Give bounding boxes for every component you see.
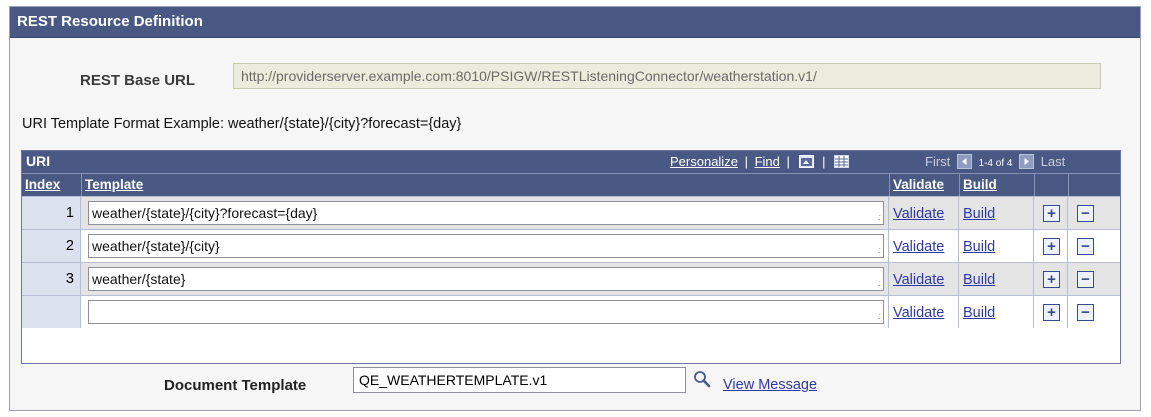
validate-link[interactable]: Validate — [893, 206, 944, 222]
validate-link[interactable]: Validate — [893, 305, 944, 321]
grid-toolbar: Personalize | Find | | — [670, 154, 851, 169]
lookup-magnifier-icon[interactable] — [693, 370, 711, 388]
row-index: 3 — [22, 263, 81, 295]
col-header-add — [1035, 174, 1069, 197]
row-index: 2 — [22, 230, 81, 262]
pager-first[interactable]: First — [925, 154, 950, 169]
validate-link[interactable]: Validate — [893, 272, 944, 288]
delete-row-icon[interactable]: − — [1077, 238, 1094, 255]
resize-grip-icon[interactable]: .: — [877, 311, 881, 321]
row-index — [22, 296, 81, 328]
template-input[interactable]: .: — [88, 300, 884, 324]
build-link[interactable]: Build — [963, 239, 995, 255]
add-row-icon[interactable]: + — [1043, 205, 1060, 222]
resize-grip-icon[interactable]: .: — [877, 278, 881, 288]
personalize-link[interactable]: Personalize — [670, 154, 738, 169]
base-url-label: REST Base URL — [80, 72, 196, 89]
col-header-validate[interactable]: Validate — [890, 174, 960, 197]
delete-row-icon[interactable]: − — [1077, 271, 1094, 288]
table-row: 3 weather/{state}.: Validate Build + − — [22, 262, 1120, 295]
table-row: .: Validate Build + − — [22, 295, 1120, 328]
first-arrow-icon[interactable] — [956, 154, 972, 169]
grid-title: URI — [26, 153, 51, 169]
delete-row-icon[interactable]: − — [1077, 304, 1094, 321]
last-arrow-icon[interactable] — [1019, 154, 1035, 169]
delete-row-icon[interactable]: − — [1077, 205, 1094, 222]
panel-title: REST Resource Definition — [10, 7, 1140, 38]
add-row-icon[interactable]: + — [1043, 238, 1060, 255]
separator: | — [822, 154, 826, 169]
document-template-label: Document Template — [164, 377, 307, 394]
base-url-field: http://providerserver.example.com:8010/P… — [233, 63, 1101, 89]
validate-link[interactable]: Validate — [893, 239, 944, 255]
table-row: 1 weather/{state}/{city}?forecast={day}.… — [22, 196, 1120, 229]
download-spreadsheet-icon[interactable] — [834, 155, 850, 168]
template-input[interactable]: weather/{state}/{city}?forecast={day}.: — [88, 201, 884, 225]
grid-column-headers: Index Template Validate Build — [22, 173, 1120, 197]
document-template-input[interactable]: QE_WEATHERTEMPLATE.v1 — [353, 367, 686, 393]
pager-last[interactable]: Last — [1041, 154, 1066, 169]
separator: | — [786, 154, 790, 169]
template-input[interactable]: weather/{state}.: — [88, 267, 884, 291]
build-link[interactable]: Build — [963, 206, 995, 222]
col-header-template[interactable]: Template — [82, 174, 890, 197]
table-row: 2 weather/{state}/{city}.: Validate Buil… — [22, 229, 1120, 262]
row-index: 1 — [22, 197, 81, 229]
col-header-build[interactable]: Build — [960, 174, 1035, 197]
pager-count: 1-4 of 4 — [978, 158, 1013, 169]
col-header-delete — [1069, 174, 1120, 197]
resize-grip-icon[interactable]: .: — [877, 245, 881, 255]
build-link[interactable]: Build — [963, 272, 995, 288]
find-link[interactable]: Find — [755, 154, 780, 169]
add-row-icon[interactable]: + — [1043, 304, 1060, 321]
separator: | — [744, 154, 748, 169]
add-row-icon[interactable]: + — [1043, 271, 1060, 288]
template-input[interactable]: weather/{state}/{city}.: — [88, 234, 884, 258]
grid-header: URI Personalize | Find | | First 1-4 of … — [22, 151, 1120, 173]
grid-pager: First 1-4 of 4 Last — [925, 154, 1065, 169]
resize-grip-icon[interactable]: .: — [877, 212, 881, 222]
build-link[interactable]: Build — [963, 305, 995, 321]
col-header-index[interactable]: Index — [22, 174, 82, 197]
zoom-grid-icon[interactable] — [798, 155, 814, 168]
uri-grid: URI Personalize | Find | | First 1-4 of … — [21, 150, 1121, 364]
view-message-link[interactable]: View Message — [723, 377, 817, 393]
uri-format-example: URI Template Format Example: weather/{st… — [22, 116, 462, 132]
